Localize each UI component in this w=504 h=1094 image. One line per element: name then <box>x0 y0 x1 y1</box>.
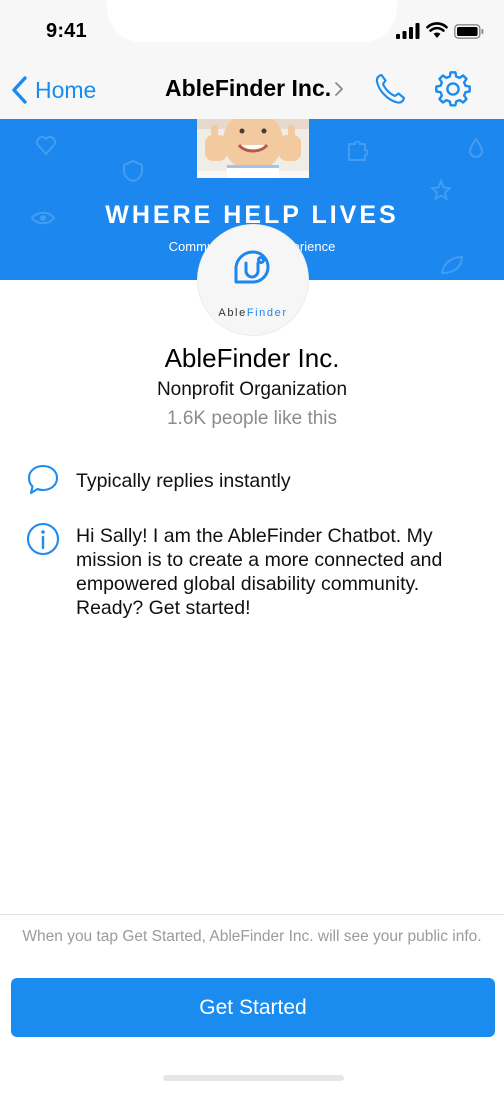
phone-icon[interactable] <box>373 72 407 106</box>
chevron-left-icon <box>12 76 27 104</box>
battery-icon <box>454 24 484 39</box>
info-icon <box>26 522 60 556</box>
response-time-row: Typically replies instantly <box>26 462 486 498</box>
back-button-label: Home <box>35 76 97 103</box>
chevron-right-icon[interactable] <box>334 81 344 97</box>
wifi-icon <box>426 22 448 38</box>
about-row: Hi Sally! I am the AbleFinder Chatbot. M… <box>26 522 486 622</box>
puzzle-doodle-icon <box>348 141 368 161</box>
logo-wordmark-part2: Finder <box>246 307 288 319</box>
profile-name: AbleFinder Inc. <box>164 343 340 373</box>
ablefinder-logo-icon <box>234 250 270 284</box>
gear-icon[interactable] <box>435 71 471 107</box>
back-button[interactable]: Home <box>10 72 96 108</box>
get-started-button[interactable]: Get Started <box>11 978 495 1037</box>
logo-wordmark: AbleFinder <box>198 307 308 319</box>
status-bar: 9:41 <box>0 0 504 62</box>
shield-doodle-icon <box>123 159 143 183</box>
privacy-disclaimer: When you tap Get Started, AbleFinder Inc… <box>22 928 482 945</box>
device-notch <box>107 0 397 42</box>
status-time: 9:41 <box>46 20 87 42</box>
heart-doodle-icon <box>36 136 56 156</box>
star-doodle-icon <box>430 179 452 201</box>
footer-divider <box>0 914 504 915</box>
chat-bubble-icon <box>27 464 59 495</box>
cover-photo-child-thumbs-up <box>197 119 309 178</box>
leaf-doodle-icon <box>440 255 464 275</box>
about-text: Hi Sally! I am the AbleFinder Chatbot. M… <box>76 525 443 619</box>
home-indicator[interactable] <box>163 1075 344 1081</box>
page-title[interactable]: AbleFinder Inc. <box>165 75 331 102</box>
response-time-text: Typically replies instantly <box>76 470 291 492</box>
profile-avatar[interactable]: AbleFinder <box>198 225 308 335</box>
cellular-signal-icon <box>396 23 420 39</box>
profile-likes-count: 1.6K people like this <box>166 408 338 429</box>
drop-doodle-icon <box>468 137 484 158</box>
logo-wordmark-part1: Able <box>218 307 247 319</box>
navigation-bar: Home AbleFinder Inc. <box>0 62 504 119</box>
profile-category: Nonprofit Organization <box>156 379 348 400</box>
